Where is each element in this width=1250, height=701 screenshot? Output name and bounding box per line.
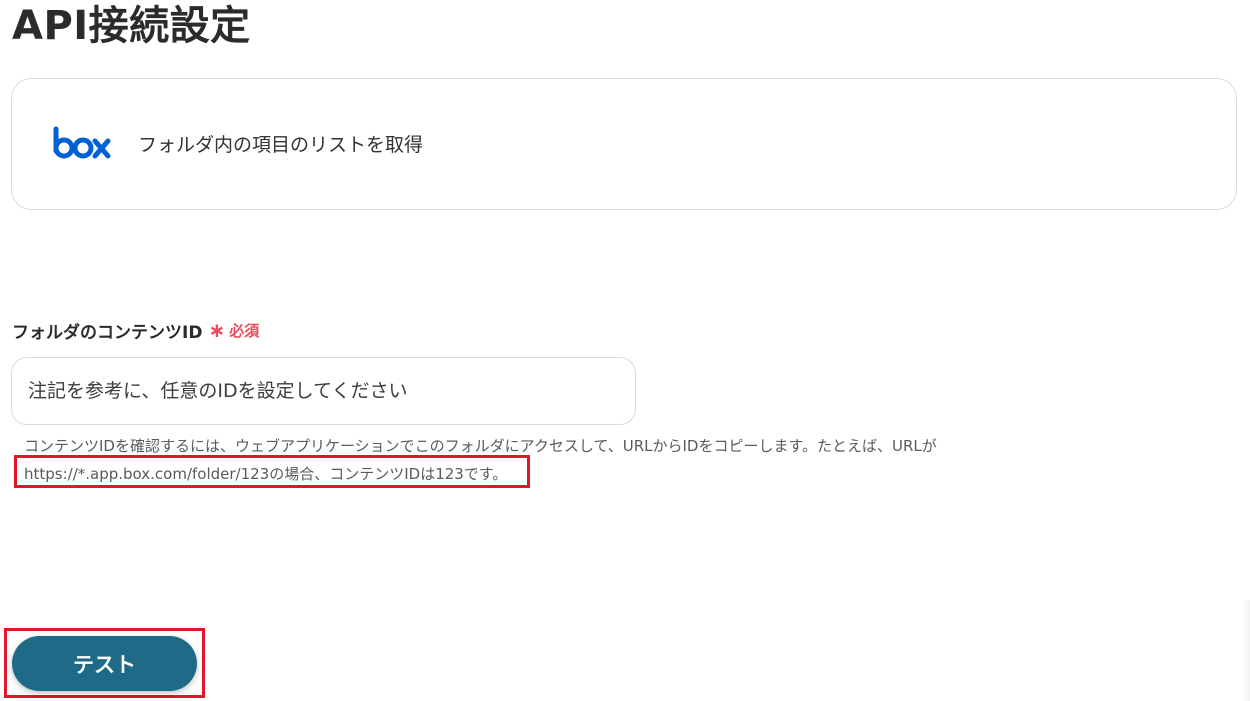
help-text-line-2: https://*.app.box.com/folder/123の場合、コンテン… xyxy=(24,465,508,483)
box-logo-icon xyxy=(53,126,111,159)
field-label: フォルダのコンテンツID xyxy=(12,322,203,343)
help-text-line-1: コンテンツIDを確認するには、ウェブアプリケーションでこのフォルダにアクセスして… xyxy=(24,437,937,455)
action-name: フォルダ内の項目のリストを取得 xyxy=(138,134,424,156)
required-text: 必須 xyxy=(229,321,260,340)
annotation-highlight-button: テスト xyxy=(4,628,205,698)
required-badge: ∗ 必須 xyxy=(208,320,259,341)
page-title: API接続設定 xyxy=(12,3,251,49)
test-button[interactable]: テスト xyxy=(12,636,197,691)
required-asterisk-icon: ∗ xyxy=(208,318,226,342)
content-id-input[interactable] xyxy=(11,357,636,425)
field-label-row: フォルダのコンテンツID ∗ 必須 xyxy=(12,316,259,344)
help-text: コンテンツIDを確認するには、ウェブアプリケーションでこのフォルダにアクセスして… xyxy=(24,432,1034,488)
scroll-edge-shadow xyxy=(1242,600,1250,701)
action-card: フォルダ内の項目のリストを取得 xyxy=(11,78,1237,210)
